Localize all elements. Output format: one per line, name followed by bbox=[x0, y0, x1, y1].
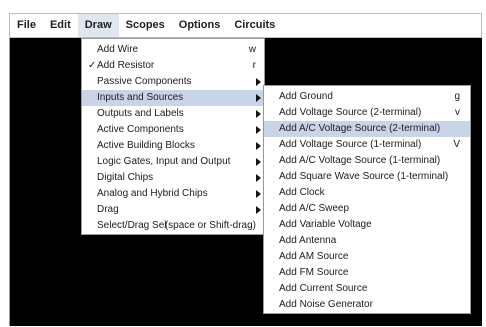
menu-item-add-voltage-source-2-terminal[interactable]: Add Voltage Source (2-terminal) v bbox=[264, 105, 470, 121]
menu-item-label: Add Voltage Source (2-terminal) bbox=[279, 107, 422, 118]
menu-item-label: Add Antenna bbox=[279, 235, 337, 246]
menu-item-add-a-c-voltage-source-2-terminal[interactable]: Add A/C Voltage Source (2-terminal) bbox=[264, 121, 470, 137]
menu-item-add-current-source[interactable]: Add Current Source bbox=[264, 281, 470, 297]
menu-item-add-clock[interactable]: Add Clock bbox=[264, 185, 470, 201]
menu-item-logic-gates-input-and-output[interactable]: Logic Gates, Input and Output bbox=[82, 154, 264, 170]
submenu-arrow-icon bbox=[256, 78, 261, 86]
menu-item-label: Add Current Source bbox=[279, 283, 368, 294]
submenu-arrow-icon bbox=[256, 158, 261, 166]
menu-item-label: Add A/C Voltage Source (2-terminal) bbox=[279, 123, 441, 134]
menu-item-digital-chips[interactable]: Digital Chips bbox=[82, 170, 264, 186]
menu-item-label: Add Ground bbox=[279, 91, 333, 102]
menu-item-label: Logic Gates, Input and Output bbox=[97, 156, 231, 167]
menu-item-label: Add Variable Voltage bbox=[279, 219, 372, 230]
menu-bar: File Edit Draw Scopes Options Circuits bbox=[9, 13, 482, 38]
menu-item-label: Digital Chips bbox=[97, 172, 154, 183]
menu-item-select-drag-sel[interactable]: Select/Drag Sel (space or Shift-drag) bbox=[82, 218, 264, 234]
menu-item-active-building-blocks[interactable]: Active Building Blocks bbox=[82, 138, 264, 154]
menu-options[interactable]: Options bbox=[172, 14, 228, 37]
menu-item-analog-and-hybrid-chips[interactable]: Analog and Hybrid Chips bbox=[82, 186, 264, 202]
shortcut-label: g bbox=[454, 91, 460, 102]
shortcut-label: r bbox=[252, 60, 256, 71]
menu-item-add-fm-source[interactable]: Add FM Source bbox=[264, 265, 470, 281]
menu-item-add-variable-voltage[interactable]: Add Variable Voltage bbox=[264, 217, 470, 233]
menu-item-inputs-and-sources[interactable]: Inputs and Sources bbox=[82, 90, 264, 106]
submenu-arrow-icon bbox=[256, 94, 261, 102]
inputs-and-sources-submenu: Add Ground g Add Voltage Source (2-termina… bbox=[263, 85, 471, 314]
menu-item-add-resistor[interactable]: ✓ Add Resistor r bbox=[82, 58, 264, 74]
menu-item-label: Outputs and Labels bbox=[97, 108, 184, 119]
menu-item-label: Analog and Hybrid Chips bbox=[97, 188, 208, 199]
menu-item-add-square-wave-source-1-terminal[interactable]: Add Square Wave Source (1-terminal) bbox=[264, 169, 470, 185]
menu-item-add-antenna[interactable]: Add Antenna bbox=[264, 233, 470, 249]
shortcut-label: V bbox=[453, 139, 460, 150]
menu-item-label: Add Clock bbox=[279, 187, 325, 198]
menu-item-add-ground[interactable]: Add Ground g bbox=[264, 89, 470, 105]
submenu-arrow-icon bbox=[256, 206, 261, 214]
menu-item-label: Add FM Source bbox=[279, 267, 349, 278]
menu-item-label: Inputs and Sources bbox=[97, 92, 184, 103]
menu-item-active-components[interactable]: Active Components bbox=[82, 122, 264, 138]
shortcut-label: w bbox=[248, 44, 256, 55]
submenu-arrow-icon bbox=[256, 190, 261, 198]
shortcut-label: v bbox=[455, 107, 460, 118]
checkmark-icon: ✓ bbox=[88, 60, 97, 71]
menu-item-add-noise-generator[interactable]: Add Noise Generator bbox=[264, 297, 470, 313]
menu-circuits[interactable]: Circuits bbox=[227, 14, 282, 37]
menu-item-label: Select/Drag Sel bbox=[97, 220, 167, 231]
draw-dropdown-menu: Add Wire w ✓ Add Resistor r Passive Component… bbox=[81, 38, 265, 235]
shortcut-label: (space or Shift-drag) bbox=[164, 220, 256, 231]
submenu-arrow-icon bbox=[256, 174, 261, 182]
menu-item-label: Add Noise Generator bbox=[279, 299, 373, 310]
menu-item-label: Drag bbox=[97, 204, 119, 215]
menu-item-label: Add Square Wave Source (1-terminal) bbox=[279, 171, 449, 182]
submenu-arrow-icon bbox=[256, 126, 261, 134]
menu-item-outputs-and-labels[interactable]: Outputs and Labels bbox=[82, 106, 264, 122]
menu-item-label: Add Resistor bbox=[97, 60, 155, 71]
menu-scopes[interactable]: Scopes bbox=[119, 14, 172, 37]
menu-item-drag[interactable]: Drag bbox=[82, 202, 264, 218]
menu-item-label: Add Voltage Source (1-terminal) bbox=[279, 139, 422, 150]
menu-item-add-a-c-voltage-source-1-terminal[interactable]: Add A/C Voltage Source (1-terminal) bbox=[264, 153, 470, 169]
menu-item-label: Active Components bbox=[97, 124, 184, 135]
submenu-arrow-icon bbox=[256, 110, 261, 118]
menu-item-label: Passive Components bbox=[97, 76, 192, 87]
menu-item-label: Active Building Blocks bbox=[97, 140, 195, 151]
menu-item-add-voltage-source-1-terminal[interactable]: Add Voltage Source (1-terminal) V bbox=[264, 137, 470, 153]
menu-item-label: Add A/C Voltage Source (1-terminal) bbox=[279, 155, 441, 166]
menu-draw[interactable]: Draw bbox=[77, 14, 119, 37]
menu-item-label: Add Wire bbox=[97, 44, 139, 55]
menu-item-label: Add AM Source bbox=[279, 251, 349, 262]
menu-edit[interactable]: Edit bbox=[43, 14, 78, 37]
menu-item-add-a-c-sweep[interactable]: Add A/C Sweep bbox=[264, 201, 470, 217]
menu-item-add-am-source[interactable]: Add AM Source bbox=[264, 249, 470, 265]
menu-item-label: Add A/C Sweep bbox=[279, 203, 350, 214]
menu-item-passive-components[interactable]: Passive Components bbox=[82, 74, 264, 90]
menu-file[interactable]: File bbox=[10, 14, 43, 37]
submenu-arrow-icon bbox=[256, 142, 261, 150]
menu-item-add-wire[interactable]: Add Wire w bbox=[82, 42, 264, 58]
